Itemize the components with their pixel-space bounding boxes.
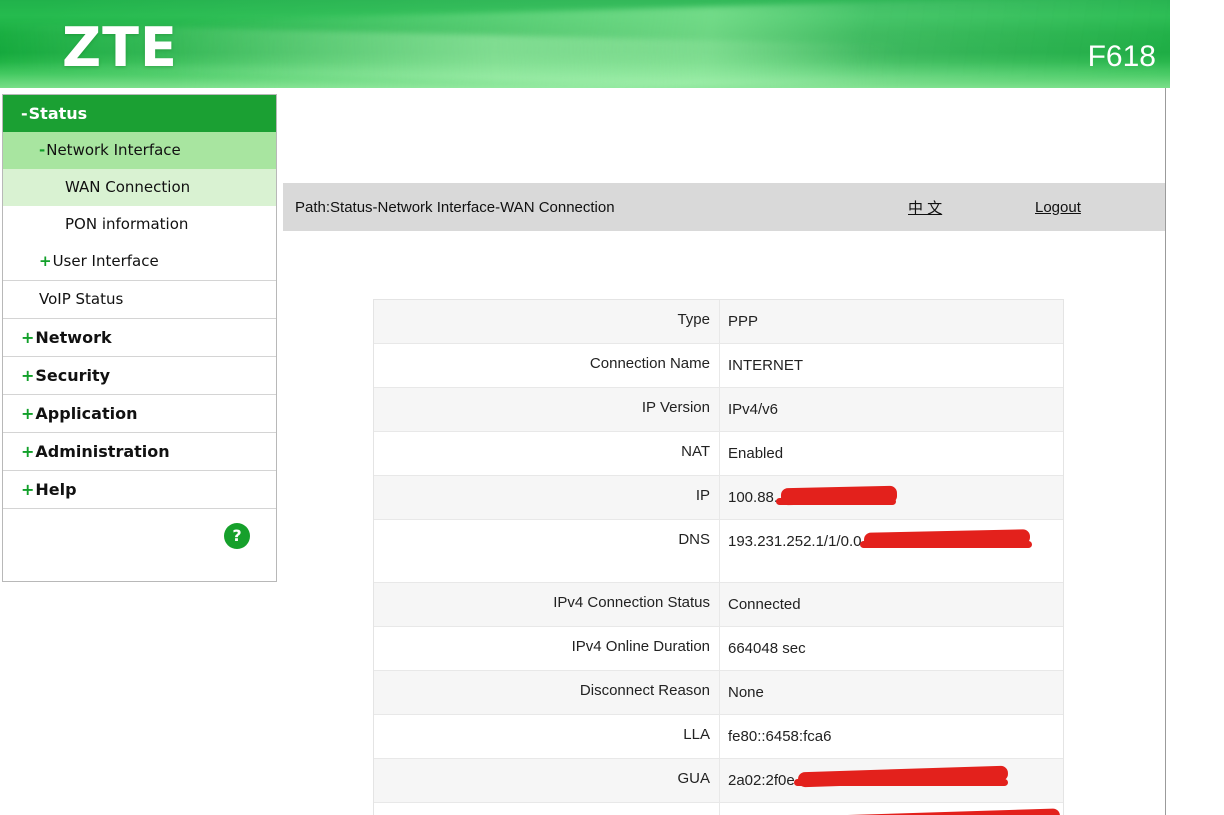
breadcrumb: Path:Status-Network Interface-WAN Connec… [295,198,615,216]
row-value: 2a02:2f0e [720,759,1063,802]
sidebar-item-wan-connection[interactable]: WAN Connection [3,169,276,206]
sidebar-item-label: Network Interface [46,141,181,159]
redaction-bar [794,779,1008,786]
sidebar-item-label: WAN Connection [65,178,191,196]
row-value: None [728,684,764,701]
row-label: IP [374,476,720,519]
table-row: NAT Enabled [374,432,1063,476]
row-label: IPv4 Connection Status [374,583,720,626]
row-label: DNS [374,803,720,815]
row-value: Connected [728,596,801,613]
sidebar-item-pon-information[interactable]: PON information [3,206,276,243]
minus-icon: - [39,141,46,159]
wan-connection-status-table: Type PPP Connection Name INTERNET IP Ver… [373,299,1064,815]
help-question-icon[interactable]: ? [224,523,250,549]
sidebar-item-label: VoIP Status [39,290,124,308]
row-label: Type [374,300,720,343]
row-label: DNS [374,520,720,582]
row-value-text: 100.88. [728,489,779,506]
table-row: Type PPP [374,300,1063,344]
redaction-bar [797,765,1009,788]
sidebar-item-label: User Interface [52,252,159,270]
logout-link[interactable]: Logout [1035,199,1081,216]
row-label: IPv4 Online Duration [374,627,720,670]
row-value: 193.231.252.1/1/0.0.0.0 [720,520,1063,582]
table-row: IP Version IPv4/v6 [374,388,1063,432]
sidebar-item-label: Security [35,366,111,385]
content-right-border [1165,88,1166,815]
redaction-bar [780,485,898,506]
sidebar-item-label: Application [35,404,138,423]
app-header-banner: ZTE F618 [0,0,1170,88]
sidebar-item-security[interactable]: +Security [3,357,276,395]
redaction-bar [827,808,1061,815]
sidebar-item-help[interactable]: +Help [3,471,276,509]
device-model-label: F618 [1087,40,1156,73]
plus-icon: + [21,480,35,499]
row-value-text: 193.231.252.1/ [728,533,829,550]
page-body: -Status -Network Interface WAN Connectio… [0,88,1224,815]
row-value: IPv4/v6 [728,401,779,418]
table-row: Connection Name INTERNET [374,344,1063,388]
table-row: GUA 2a02:2f0e [374,759,1063,803]
row-value: 664048 sec [728,640,806,657]
breadcrumb-bar: Path:Status-Network Interface-WAN Connec… [283,183,1165,231]
table-row: DNS 2a02:2f0c:80 0:8::1/:: [374,803,1063,815]
table-row: IPv4 Connection Status Connected [374,583,1063,627]
sidebar-item-application[interactable]: +Application [3,395,276,433]
sidebar-nav: -Status -Network Interface WAN Connectio… [2,94,277,582]
sidebar-item-administration[interactable]: +Administration [3,433,276,471]
row-label: GUA [374,759,720,802]
row-value: PPP [728,313,759,330]
redaction-bar [776,498,896,505]
sidebar-item-voip-status[interactable]: VoIP Status [3,281,276,319]
sidebar-item-label: Status [28,104,88,123]
sidebar-item-status[interactable]: -Status [3,95,276,132]
plus-icon: + [21,328,35,347]
sidebar-item-label: Administration [35,442,170,461]
sidebar-item-label: Network [35,328,112,347]
table-row: LLA fe80::6458:fca6 [374,715,1063,759]
sidebar-item-network[interactable]: +Network [3,319,276,357]
row-value: Enabled [728,445,784,462]
row-value: 100.88. [720,476,1063,519]
plus-icon: + [21,442,35,461]
language-switch-link[interactable]: 中 文 [908,197,942,218]
row-value: INTERNET [728,357,803,374]
sidebar-item-network-interface[interactable]: -Network Interface [3,132,276,169]
row-value: 2a02:2f0c:80 0:8::1/:: [720,803,1063,815]
table-row: IPv4 Online Duration 664048 sec [374,627,1063,671]
redaction-bar [863,529,1031,548]
plus-icon: + [21,366,35,385]
table-row: IP 100.88. [374,476,1063,520]
row-value: fe80::6458:fca6 [728,728,832,745]
row-value-text-2: 1/0.0.0.0 [828,533,887,550]
row-label: NAT [374,432,720,475]
plus-icon: + [39,252,52,270]
minus-icon: - [21,104,28,123]
sidebar-footer-area: ? [3,509,276,581]
table-row: Disconnect Reason None [374,671,1063,715]
row-label: Connection Name [374,344,720,387]
zte-logo: ZTE [62,16,178,79]
plus-icon: + [21,404,35,423]
row-value-text: 2a02:2f0e [728,772,795,789]
table-row: DNS 193.231.252.1/1/0.0.0.0 [374,520,1063,583]
sidebar-item-user-interface[interactable]: +User Interface [3,243,276,281]
row-label: IP Version [374,388,720,431]
sidebar-item-label: PON information [65,215,189,233]
sidebar-item-label: Help [35,480,77,499]
row-label: LLA [374,715,720,758]
row-label: Disconnect Reason [374,671,720,714]
